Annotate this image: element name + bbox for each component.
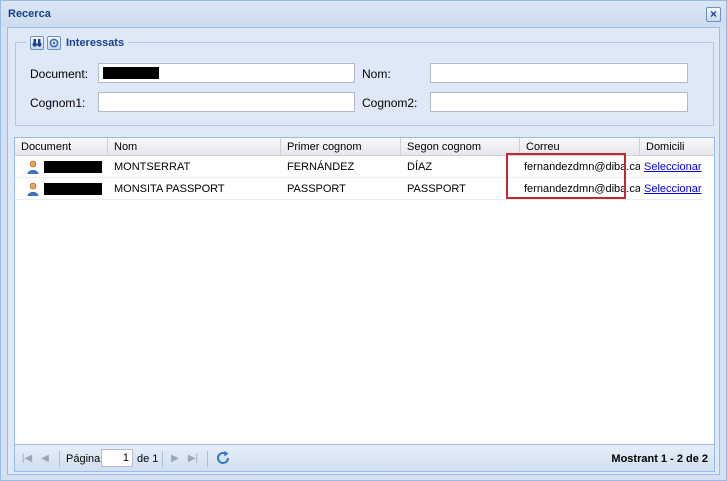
column-header-nom[interactable]: Nom <box>108 138 281 156</box>
document-field[interactable] <box>98 63 355 83</box>
pager-separator <box>59 451 60 467</box>
page-number-input[interactable] <box>101 449 133 467</box>
filters-legend: Interessats <box>26 35 129 51</box>
cell-nom: MONTSERRAT <box>114 161 191 173</box>
cell-nom: MONSITA PASSPORT <box>114 183 225 195</box>
close-button[interactable]: × <box>706 7 721 22</box>
filters-legend-label: Interessats <box>66 37 125 49</box>
next-page-icon[interactable]: ▶ <box>169 453 181 465</box>
cognom2-label: Cognom2: <box>362 96 418 110</box>
cell-segon-cognom: DÍAZ <box>407 161 433 173</box>
redacted-document <box>44 183 102 195</box>
cognom1-input[interactable] <box>98 92 355 112</box>
window-body: Interessats Document: Nom: Cognom1: Cogn… <box>7 27 720 475</box>
cell-primer-cognom: PASSPORT <box>287 183 346 195</box>
page-of-label: de 1 <box>137 453 159 465</box>
settings-icon[interactable] <box>47 36 61 50</box>
cell-primer-cognom: FERNÁNDEZ <box>287 161 355 173</box>
search-window: Recerca × Interessats Document: Nom: Cog… <box>0 0 727 481</box>
seleccionar-link[interactable]: Seleccionar <box>644 183 701 195</box>
paging-toolbar: |◀ ◀ Página de 1 ▶ ▶| Mostrant 1 - 2 de … <box>15 444 714 471</box>
email-column-highlight <box>506 153 626 199</box>
binoculars-icon-svg <box>32 39 42 47</box>
redacted-document <box>44 161 102 173</box>
binoculars-icon[interactable] <box>30 36 44 50</box>
close-icon: × <box>709 7 717 21</box>
cognom1-label: Cognom1: <box>30 96 86 110</box>
paging-status: Mostrant 1 - 2 de 2 <box>611 453 708 465</box>
first-page-icon[interactable]: |◀ <box>21 453 33 465</box>
nom-label: Nom: <box>362 67 391 81</box>
page-label: Página <box>66 453 101 465</box>
redacted-document-value <box>103 67 159 79</box>
window-title: Recerca <box>8 8 51 20</box>
document-label: Document: <box>30 67 89 81</box>
prev-page-icon[interactable]: ◀ <box>39 453 51 465</box>
column-header-segon-cognom[interactable]: Segon cognom <box>401 138 520 156</box>
column-header-primer-cognom[interactable]: Primer cognom <box>281 138 401 156</box>
window-titlebar[interactable]: Recerca × <box>1 1 726 27</box>
pager-separator <box>207 451 208 467</box>
column-header-document[interactable]: Document <box>15 138 108 156</box>
person-icon <box>27 182 39 196</box>
refresh-icon[interactable] <box>215 450 231 466</box>
seleccionar-link[interactable]: Seleccionar <box>644 161 701 173</box>
column-header-domicili[interactable]: Domicili <box>640 138 703 156</box>
last-page-icon[interactable]: ▶| <box>187 453 199 465</box>
person-icon <box>27 160 39 174</box>
cell-segon-cognom: PASSPORT <box>407 183 466 195</box>
pager-separator <box>162 451 163 467</box>
cognom2-input[interactable] <box>430 92 688 112</box>
nom-input[interactable] <box>430 63 688 83</box>
filters-fieldset: Interessats Document: Nom: Cognom1: Cogn… <box>15 35 714 126</box>
settings-icon-svg <box>49 38 59 48</box>
